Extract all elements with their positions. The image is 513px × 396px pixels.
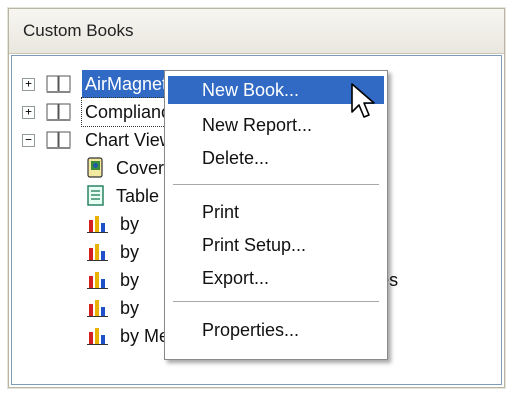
bar-chart-icon <box>87 244 108 261</box>
bar-chart-icon <box>87 300 108 317</box>
collapse-icon[interactable]: − <box>22 134 35 147</box>
table-of-contents-icon <box>87 185 104 206</box>
tree-node-label[interactable]: by <box>120 238 139 266</box>
expand-icon[interactable]: + <box>22 106 35 119</box>
menu-item-properties[interactable]: Properties... <box>168 316 384 344</box>
menu-item-delete[interactable]: Delete... <box>168 144 384 172</box>
menu-item-print-setup[interactable]: Print Setup... <box>168 231 384 259</box>
tree-node-label[interactable]: by <box>120 294 139 322</box>
menu-item-print[interactable]: Print <box>168 198 384 226</box>
bar-chart-icon <box>87 216 108 233</box>
tree-node-label[interactable]: by <box>120 210 139 238</box>
book-icon <box>46 103 71 121</box>
book-icon <box>46 131 71 149</box>
bar-chart-icon <box>87 328 108 345</box>
menu-separator <box>173 301 379 302</box>
book-icon <box>46 75 71 93</box>
cover-page-icon <box>87 157 103 178</box>
panel-title: Custom Books <box>9 9 504 54</box>
menu-item-export[interactable]: Export... <box>168 264 384 292</box>
menu-separator <box>173 184 379 185</box>
mouse-cursor-icon <box>351 83 375 118</box>
bar-chart-icon <box>87 272 108 289</box>
expand-icon[interactable]: + <box>22 78 35 91</box>
